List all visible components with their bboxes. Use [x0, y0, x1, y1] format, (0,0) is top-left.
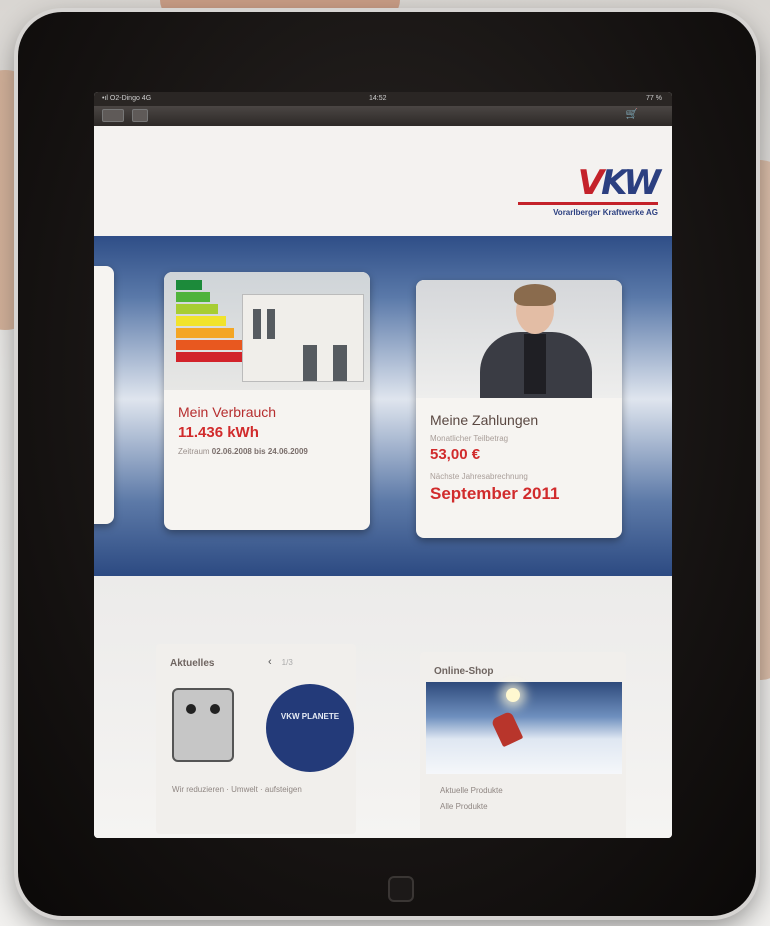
battery-indicator: 77 %: [646, 95, 662, 102]
logo-mark: VKW: [577, 163, 661, 203]
vkw-logo[interactable]: VKW Vorarlberger Kraftwerke AG: [498, 163, 661, 217]
logo-subtitle: Vorarlberger Kraftwerke AG: [553, 208, 658, 217]
next-bill-label: Nächste Jahresabrechnung: [430, 472, 528, 481]
tablet-screen: •ıl O2-Dingo 4G 14:52 77 % 🛒 VKW Vorarlb…: [94, 92, 672, 838]
planet-badge[interactable]: VKW PLANETE: [266, 684, 354, 772]
back-button[interactable]: [102, 109, 124, 122]
cart-icon[interactable]: 🛒: [626, 110, 638, 120]
feature-carousel: Mein Verbrauch 11.436 kWh Zeitraum 02.06…: [94, 236, 672, 576]
page-indicator: 1/3: [281, 658, 293, 667]
verbrauch-title: Mein Verbrauch: [178, 404, 277, 420]
aktuelles-title: Aktuelles: [170, 658, 215, 669]
browser-toolbar: 🛒: [94, 106, 672, 126]
status-bar: •ıl O2-Dingo 4G 14:52 77 %: [94, 92, 672, 106]
prev-arrow-icon[interactable]: ‹: [268, 656, 272, 668]
site-header: VKW Vorarlberger Kraftwerke AG: [94, 126, 672, 242]
lower-section: Aktuelles ‹ 1/3 VKW PLANETE Wir reduziere…: [94, 576, 672, 838]
aktuelles-panel: Aktuelles ‹ 1/3 VKW PLANETE Wir reduziere…: [156, 644, 356, 834]
carrier-label: •ıl O2-Dingo 4G: [102, 95, 152, 102]
clock: 14:52: [369, 95, 387, 102]
monthly-amount-label: Monatlicher Teilbetrag: [430, 434, 509, 443]
shop-title: Online-Shop: [434, 666, 494, 677]
house-icon: [242, 294, 364, 382]
home-button[interactable]: [388, 876, 414, 902]
person-image: [416, 280, 622, 398]
shop-link-current[interactable]: Aktuelle Produkte: [440, 786, 503, 795]
zahlungen-title: Meine Zahlungen: [430, 412, 539, 428]
aktuelles-caption[interactable]: Wir reduzieren · Umwelt · aufsteigen: [172, 784, 342, 796]
robot-icon[interactable]: [172, 688, 234, 762]
aktuelles-pager: ‹ 1/3: [268, 656, 293, 668]
next-bill-month: September 2011: [430, 484, 560, 503]
house-energy-image: [164, 272, 370, 390]
monthly-amount-value: 53,00 €: [430, 446, 481, 463]
bookmarks-icon[interactable]: [132, 109, 148, 122]
verbrauch-period: Zeitraum 02.06.2008 bis 24.06.2009: [178, 447, 308, 456]
verbrauch-card[interactable]: Mein Verbrauch 11.436 kWh Zeitraum 02.06…: [164, 272, 370, 530]
energy-label-icon: [176, 280, 250, 364]
carousel-card-previous[interactable]: [94, 266, 114, 524]
skier-image[interactable]: [426, 682, 622, 774]
zahlungen-card[interactable]: Meine Zahlungen Monatlicher Teilbetrag 5…: [416, 280, 622, 538]
shop-link-all[interactable]: Alle Produkte: [440, 802, 488, 811]
online-shop-panel: Online-Shop Aktuelle Produkte Alle Produ…: [420, 652, 626, 838]
verbrauch-value: 11.436 kWh: [178, 424, 259, 441]
